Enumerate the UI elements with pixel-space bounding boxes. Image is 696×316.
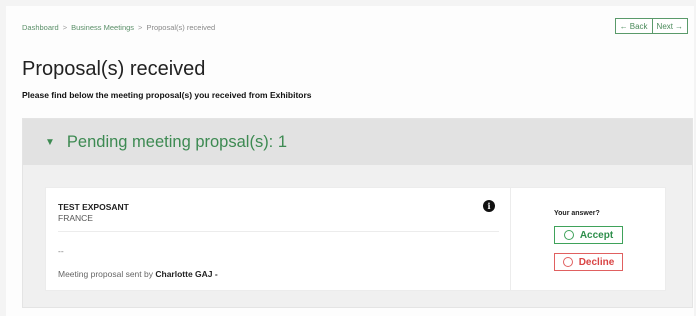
decline-label: Decline <box>578 256 615 268</box>
pending-proposals-title: Pending meeting propsal(s): 1 <box>66 132 288 151</box>
divider <box>58 231 499 232</box>
breadcrumb-separator: > <box>138 23 143 32</box>
decline-button[interactable]: Decline <box>554 253 623 271</box>
answer-section: Your answer? Accept Decline <box>511 188 667 290</box>
proposal-details: TEST EXPOSANT FRANCE i -- Meeting propos… <box>46 188 511 290</box>
info-icon[interactable]: i <box>483 200 495 212</box>
nav-buttons: ← Back Next → <box>614 18 688 34</box>
accept-button[interactable]: Accept <box>554 226 623 244</box>
exhibitor-name: TEST EXPOSANT <box>58 202 129 212</box>
next-button-label: Next <box>656 21 673 31</box>
back-button-label: Back <box>629 21 648 31</box>
back-button[interactable]: ← Back <box>614 18 653 34</box>
page-title: Proposal(s) received <box>22 58 206 80</box>
proposal-sender-line: Meeting proposal sent by Charlotte GAJ - <box>58 269 218 279</box>
proposal-card: TEST EXPOSANT FRANCE i -- Meeting propos… <box>45 187 666 291</box>
arrow-right-icon: → <box>675 21 683 31</box>
breadcrumb-separator: > <box>62 23 68 32</box>
sender-name: Charlotte GAJ - <box>155 269 218 279</box>
breadcrumb-business-meetings[interactable]: Business Meetings <box>71 23 134 32</box>
proposal-message: -- <box>58 246 64 256</box>
arrow-left-icon: ← <box>619 21 628 31</box>
accept-label: Accept <box>579 229 614 241</box>
breadcrumb-dashboard[interactable]: Dashboard <box>22 23 59 32</box>
page-subtitle: Please find below the meeting proposal(s… <box>22 90 312 100</box>
breadcrumb: Dashboard > Business Meetings > Proposal… <box>22 23 215 32</box>
sent-by-label: Meeting proposal sent by <box>58 269 153 279</box>
breadcrumb-current: Proposal(s) received <box>146 23 216 32</box>
radio-circle-icon <box>562 257 573 267</box>
next-button[interactable]: Next → <box>652 18 688 34</box>
page-container: Dashboard > Business Meetings > Proposal… <box>6 6 694 316</box>
exhibitor-country: FRANCE <box>58 213 93 223</box>
answer-label: Your answer? <box>554 210 600 217</box>
radio-circle-icon <box>563 230 574 240</box>
caret-down-icon: ▼ <box>45 136 55 148</box>
pending-proposals-panel: ▼ Pending meeting propsal(s): 1 TEST EXP… <box>22 118 693 308</box>
pending-proposals-header[interactable]: ▼ Pending meeting propsal(s): 1 <box>23 119 692 165</box>
